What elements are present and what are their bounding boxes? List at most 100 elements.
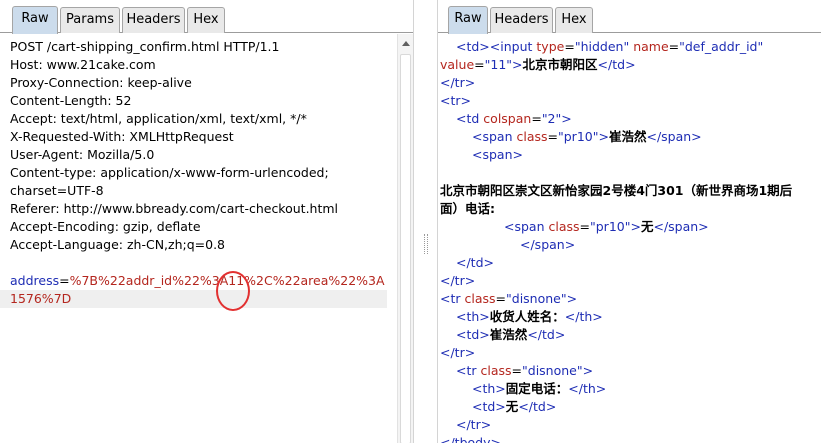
- splitter-grip-icon[interactable]: [424, 234, 428, 254]
- response-line: <span class="pr10">崔浩然</span>: [440, 128, 792, 146]
- response-token-tag: <td: [456, 111, 484, 126]
- response-line: </tr>: [440, 344, 792, 362]
- scroll-up-arrow-icon[interactable]: [402, 41, 410, 46]
- response-token-tag: "def_addr_id": [679, 39, 764, 54]
- response-line: </tr>: [440, 272, 792, 290]
- response-line: <td>无</td>: [440, 398, 792, 416]
- response-token-tag: </th>: [564, 309, 603, 324]
- request-line: Proxy-Connection: keep-alive: [10, 75, 192, 90]
- response-line: <tr class="disnone">: [440, 362, 792, 380]
- response-line: 北京市朝阳区崇文区新怡家园2号楼4门301（新世界商场1期后: [440, 182, 792, 200]
- tab-headers[interactable]: Headers: [490, 7, 553, 33]
- response-token-tag: </tr>: [440, 345, 476, 360]
- response-token-txt: 面）电话:: [440, 201, 495, 216]
- response-token-txt: 北京市朝阳区: [522, 57, 598, 72]
- response-token-tag: "disnone">: [522, 363, 594, 378]
- request-line: POST /cart-shipping_confirm.html HTTP/1.…: [10, 39, 280, 54]
- tab-raw[interactable]: Raw: [12, 6, 58, 34]
- response-token-plain: =: [579, 219, 590, 234]
- request-body-line-2: 1576%7D: [0, 290, 387, 308]
- response-token-tag: </span>: [646, 129, 702, 144]
- request-text: POST /cart-shipping_confirm.html HTTP/1.…: [0, 38, 387, 308]
- response-token-attr: class: [464, 291, 496, 306]
- request-line: Accept: text/html, application/xml, text…: [10, 111, 307, 126]
- response-line: 面）电话:: [440, 200, 792, 218]
- request-editor[interactable]: POST /cart-shipping_confirm.html HTTP/1.…: [0, 34, 413, 443]
- response-token-tag: "2">: [541, 111, 572, 126]
- response-token-tag: "pr10">: [558, 129, 609, 144]
- response-token-tag: <td>: [472, 399, 506, 414]
- response-line: [440, 164, 792, 182]
- response-token-tag: <tr: [440, 291, 465, 306]
- param-equals: =: [59, 273, 70, 288]
- response-token-tag: "11">: [484, 57, 523, 72]
- response-token-tag: </td>: [597, 57, 636, 72]
- response-token-tag: </th>: [568, 381, 607, 396]
- response-pane: Raw Headers Hex <td><input type="hidden"…: [438, 0, 821, 443]
- response-token-plain: =: [547, 129, 558, 144]
- response-token-plain: =: [668, 39, 680, 54]
- response-token-txt: 收货人姓名：: [489, 309, 565, 324]
- annotation-circle: [216, 271, 250, 311]
- response-token-tag: </td>: [518, 399, 557, 414]
- response-line: <td><input type="hidden" name="def_addr_…: [440, 38, 792, 56]
- response-token-txt: 崔浩然: [608, 129, 647, 144]
- response-line: <span class="pr10">无</span>: [440, 218, 792, 236]
- response-token-tag: </tr>: [456, 417, 492, 432]
- request-line: X-Requested-With: XMLHttpRequest: [10, 129, 234, 144]
- response-line: <tr>: [440, 92, 792, 110]
- request-scrollbar[interactable]: [397, 34, 413, 443]
- tab-hex[interactable]: Hex: [187, 7, 225, 33]
- tab-params[interactable]: Params: [60, 7, 120, 33]
- response-token-tag: </span>: [520, 237, 576, 252]
- response-text: <td><input type="hidden" name="def_addr_…: [440, 38, 792, 443]
- response-token-tag: <th>: [456, 309, 490, 324]
- response-line: <td colspan="2">: [440, 110, 792, 128]
- response-token-tag: </span>: [653, 219, 709, 234]
- response-editor[interactable]: <td><input type="hidden" name="def_addr_…: [438, 34, 821, 443]
- request-line: Accept-Language: zh-CN,zh;q=0.8: [10, 237, 226, 252]
- response-line: value="11">北京市朝阳区</td>: [440, 56, 792, 74]
- request-pane: Raw Params Headers Hex POST /cart-shippi…: [0, 0, 413, 443]
- pane-splitter[interactable]: [413, 0, 438, 443]
- response-line: <th>收货人姓名：</th>: [440, 308, 792, 326]
- response-token-plain: =: [474, 57, 485, 72]
- response-token-tag: <input: [489, 39, 537, 54]
- response-token-attr: name: [633, 39, 669, 54]
- response-token-tag: </td>: [527, 327, 566, 342]
- response-token-attr: class: [480, 363, 512, 378]
- param-value-continued: 1576%7D: [10, 291, 72, 306]
- request-tabbar: Raw Params Headers Hex: [0, 0, 413, 34]
- response-line: </tr>: [440, 416, 792, 434]
- response-token-attr: class: [516, 129, 548, 144]
- response-token-tag: <tr: [456, 363, 481, 378]
- request-line: Content-Length: 52: [10, 93, 132, 108]
- request-line: Accept-Encoding: gzip, deflate: [10, 219, 201, 234]
- response-line: </tr>: [440, 74, 792, 92]
- request-line: [10, 254, 387, 272]
- response-token-plain: =: [511, 363, 523, 378]
- response-token-tag: <span: [504, 219, 549, 234]
- response-line: <td>崔浩然</td>: [440, 326, 792, 344]
- response-token-txt: 崔浩然: [489, 327, 528, 342]
- response-line: </td>: [440, 254, 792, 272]
- response-token-attr: colspan: [483, 111, 532, 126]
- response-token-tag: <th>: [472, 381, 506, 396]
- tab-headers[interactable]: Headers: [122, 7, 185, 33]
- request-line: Content-type: application/x-www-form-url…: [10, 165, 329, 180]
- tab-raw[interactable]: Raw: [448, 6, 488, 34]
- response-line: </span>: [440, 236, 792, 254]
- response-token-txt: 北京市朝阳区崇文区新怡家园2号楼4门301（新世界商场1期后: [440, 183, 793, 198]
- response-token-tag: </td>: [456, 255, 494, 270]
- response-token-tag: "hidden": [574, 39, 634, 54]
- response-token-tag: "disnone">: [506, 291, 578, 306]
- request-line: Host: www.21cake.com: [10, 57, 156, 72]
- response-token-tag: <td>: [456, 39, 490, 54]
- response-token-txt: 无: [640, 219, 654, 234]
- scroll-thumb[interactable]: [400, 54, 411, 443]
- response-line: <span>: [440, 146, 792, 164]
- response-token-tag: <span>: [472, 147, 523, 162]
- tab-hex[interactable]: Hex: [555, 7, 593, 33]
- response-token-tag: </tbody>: [440, 435, 501, 443]
- request-body-line-1: address=%7B%22addr_id%22%3A11%2C%22area%…: [10, 272, 387, 290]
